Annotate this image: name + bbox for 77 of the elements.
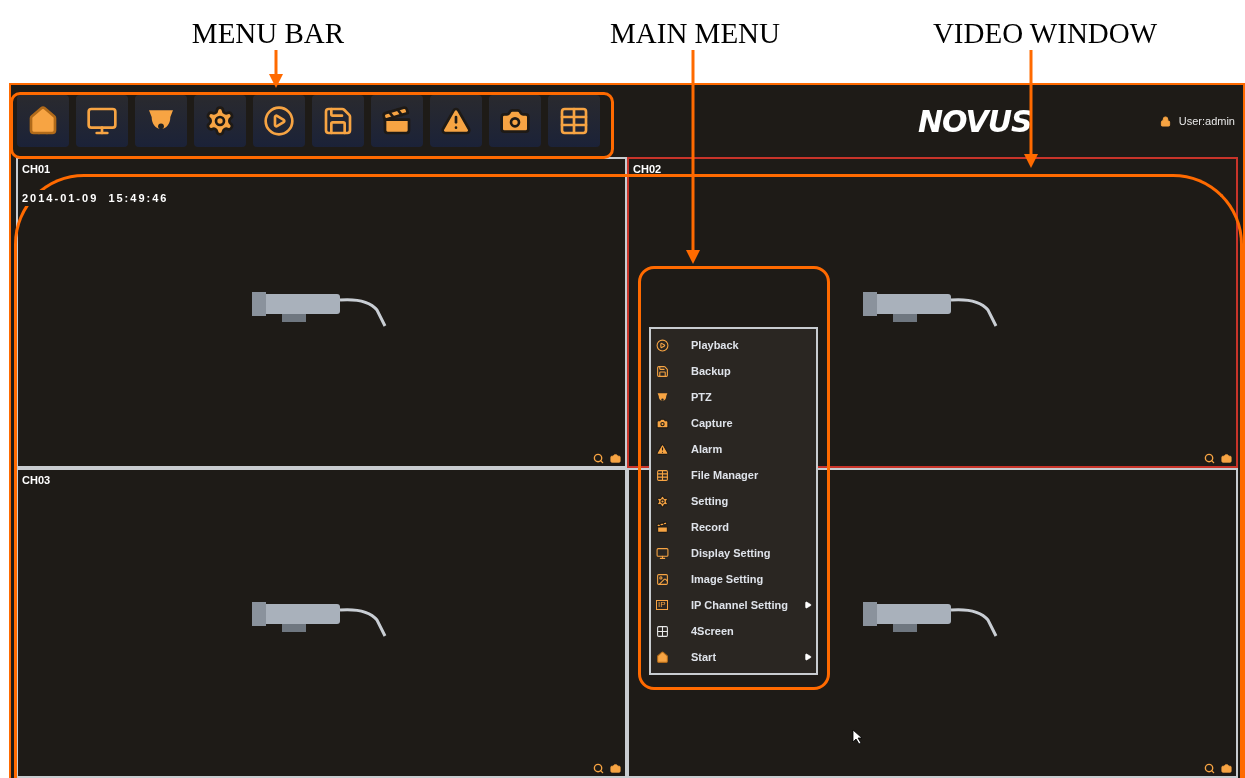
clapperboard-icon <box>656 520 669 534</box>
list-icon <box>558 105 590 137</box>
channel-label: CH02 <box>633 162 662 177</box>
toolbar-button[interactable] <box>76 95 128 147</box>
callout-label: VIDEO WINDOW <box>932 16 1158 51</box>
menu-item[interactable]: 4Screen <box>651 618 816 644</box>
monitor-icon <box>86 105 118 137</box>
timestamp: 2014-01-09 15:49:46 <box>22 189 169 206</box>
warning-icon <box>440 105 472 137</box>
warning-icon <box>656 442 669 456</box>
menu-item-label: Alarm <box>691 441 723 457</box>
menu-item[interactable]: Playback <box>651 332 816 358</box>
snapshot-icon[interactable] <box>610 452 621 464</box>
callout-label: MAIN MENU <box>610 16 780 51</box>
menu-item[interactable]: PTZ <box>651 384 816 410</box>
toolbar-button[interactable] <box>312 95 364 147</box>
menu-item-label: Playback <box>691 337 739 353</box>
menu-item-label: File Manager <box>691 467 759 483</box>
toolbar-button[interactable] <box>17 95 69 147</box>
list-icon <box>656 468 669 482</box>
snapshot-icon[interactable] <box>610 763 621 774</box>
clapperboard-icon <box>381 105 413 137</box>
channel-label: CH03 <box>22 472 51 488</box>
menu-item-label: IP Channel Setting <box>691 597 788 613</box>
settings-icon <box>204 105 236 137</box>
menu-item[interactable]: Record <box>651 514 816 540</box>
toolbar-button[interactable] <box>489 95 541 147</box>
menu-item[interactable]: Setting <box>651 488 816 514</box>
logo: NOVUS <box>918 102 1032 141</box>
channel-label: CH01 <box>22 162 52 177</box>
zoom-icon[interactable] <box>1204 763 1215 774</box>
video-cell[interactable]: CH01 2014-01-09 15:49:46 <box>16 157 627 468</box>
menu-item-label: Image Setting <box>691 571 764 587</box>
video-cell[interactable]: CH03 <box>16 467 627 778</box>
house-icon <box>656 650 669 664</box>
play-icon <box>656 338 669 352</box>
mouse-cursor-icon <box>852 729 864 745</box>
dome-camera-icon <box>656 390 669 404</box>
snapshot-icon[interactable] <box>1221 452 1232 464</box>
house-icon <box>27 105 59 137</box>
menu-item-label: 4Screen <box>691 623 734 639</box>
menu-item[interactable]: Alarm <box>651 436 816 462</box>
menu-item-label: Capture <box>691 415 733 431</box>
menu-item-label: Start <box>691 649 717 665</box>
menu-item-label: Backup <box>691 363 731 379</box>
menu-item[interactable]: Capture <box>651 410 816 436</box>
monitor-icon <box>656 546 669 560</box>
user-icon <box>1159 115 1171 127</box>
menu-item[interactable]: IP IP Channel Setting <box>651 592 816 618</box>
menu-item[interactable]: Backup <box>651 358 816 384</box>
menu-item-label: Display Setting <box>691 545 771 561</box>
play-icon <box>263 105 295 137</box>
toolbar-button[interactable] <box>135 95 187 147</box>
menu-item-label: Record <box>691 519 729 535</box>
menu-item[interactable]: Display Setting <box>651 540 816 566</box>
menu-item[interactable]: Start <box>651 644 816 670</box>
toolbar-button[interactable] <box>430 95 482 147</box>
toolbar-button[interactable] <box>194 95 246 147</box>
settings-icon <box>656 494 669 508</box>
submenu-arrow-icon <box>804 601 812 609</box>
toolbar-button[interactable] <box>253 95 305 147</box>
ip-icon: IP <box>656 600 668 610</box>
submenu-arrow-icon <box>804 653 812 661</box>
camera-icon <box>656 416 669 430</box>
toolbar-button[interactable] <box>548 95 600 147</box>
grid-icon <box>656 624 669 638</box>
toolbar-button[interactable] <box>371 95 423 147</box>
menu-item-label: Setting <box>691 493 729 509</box>
menu-item-label: PTZ <box>691 389 712 405</box>
menu-item[interactable]: Image Setting <box>651 566 816 592</box>
user-label: User:admin <box>1178 113 1235 129</box>
callout-label: MENU BAR <box>191 16 345 51</box>
image-icon <box>656 572 669 586</box>
snapshot-icon[interactable] <box>1221 763 1232 774</box>
zoom-icon[interactable] <box>593 452 604 464</box>
zoom-icon[interactable] <box>593 763 604 774</box>
zoom-icon[interactable] <box>1204 452 1215 464</box>
